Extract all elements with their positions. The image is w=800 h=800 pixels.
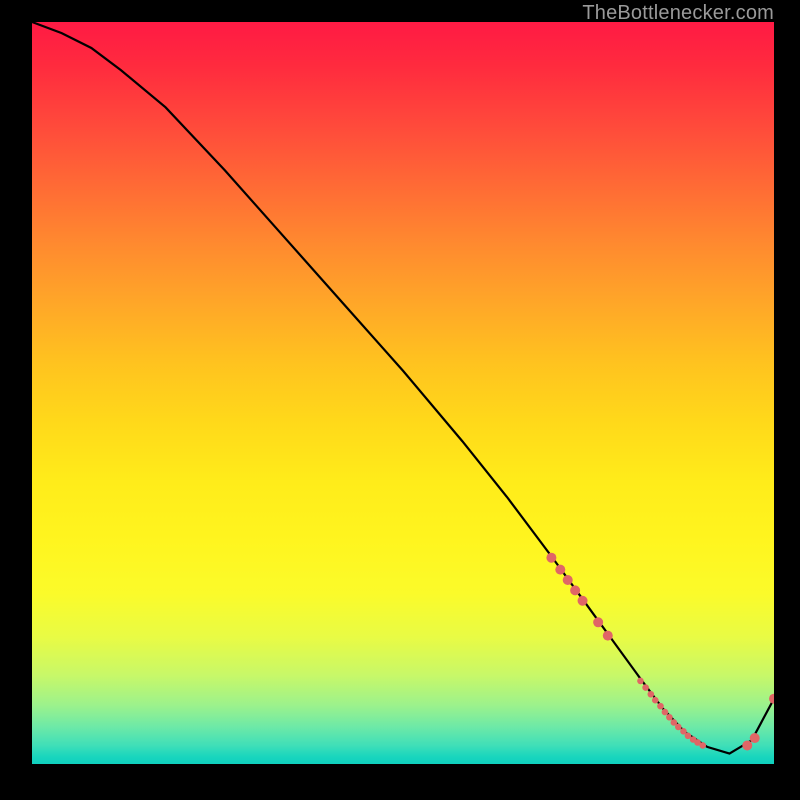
chart-marker (637, 678, 644, 685)
chart-curve (32, 22, 774, 754)
chart-marker (699, 742, 706, 749)
chart-plot-area (32, 22, 774, 764)
chart-marker (675, 724, 682, 731)
chart-marker (642, 684, 649, 691)
chart-marker (769, 694, 774, 704)
chart-marker (603, 631, 613, 641)
chart-marker (657, 703, 664, 710)
chart-marker (563, 575, 573, 585)
chart-markers (546, 553, 774, 751)
chart-marker (666, 714, 673, 721)
chart-marker (742, 740, 752, 750)
chart-marker (750, 733, 760, 743)
chart-marker (570, 585, 580, 595)
chart-marker (648, 691, 655, 698)
chart-marker (662, 709, 669, 716)
chart-overlay-svg (32, 22, 774, 764)
chart-stage: TheBottlenecker.com (0, 0, 800, 800)
chart-marker (546, 553, 556, 563)
chart-marker (555, 565, 565, 575)
chart-marker (578, 596, 588, 606)
chart-marker (593, 617, 603, 627)
chart-marker (652, 697, 659, 704)
